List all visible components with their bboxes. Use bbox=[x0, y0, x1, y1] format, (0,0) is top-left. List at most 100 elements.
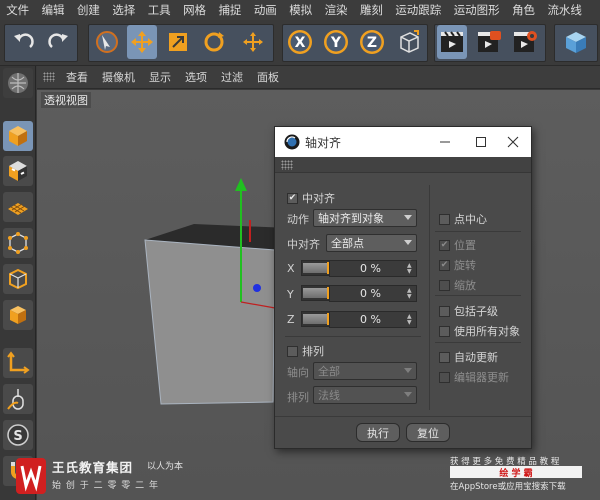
wangshi-logo-icon bbox=[16, 458, 46, 494]
reset-button[interactable]: 复位 bbox=[406, 423, 450, 442]
align-dropdown[interactable]: 全部点 bbox=[326, 234, 417, 252]
rotation-row[interactable]: ✔ 旋转 bbox=[439, 257, 476, 273]
execute-button[interactable]: 执行 bbox=[356, 423, 400, 442]
x-axis-lock-icon[interactable]: X bbox=[285, 25, 315, 59]
order-dropdown[interactable]: 法线 bbox=[313, 386, 417, 404]
make-editable-icon[interactable] bbox=[3, 68, 33, 98]
center-checkbox-row[interactable]: ✔ 中对齐 bbox=[287, 190, 335, 206]
grip-icon[interactable] bbox=[43, 72, 55, 82]
live-select-icon[interactable] bbox=[92, 25, 122, 59]
redo-icon[interactable] bbox=[44, 25, 74, 59]
viewport-menu-view[interactable]: 查看 bbox=[59, 69, 95, 85]
point-center-row[interactable]: 点中心 bbox=[439, 211, 487, 227]
position-checkbox[interactable]: ✔ bbox=[439, 239, 450, 251]
y-axis-lock-icon[interactable]: Y bbox=[321, 25, 351, 59]
include-children-checkbox[interactable] bbox=[439, 305, 450, 317]
viewport-menu-filter[interactable]: 过滤 bbox=[214, 69, 250, 85]
y-value: 0 % bbox=[360, 287, 381, 300]
include-children-row[interactable]: 包括子级 bbox=[439, 303, 498, 319]
move-icon[interactable] bbox=[127, 25, 157, 59]
viewport-menu-display[interactable]: 显示 bbox=[142, 69, 178, 85]
svg-text:S: S bbox=[13, 429, 22, 444]
axis-mode-icon[interactable] bbox=[3, 348, 33, 378]
chevron-down-icon bbox=[404, 240, 412, 245]
viewport-menu-cameras[interactable]: 摄像机 bbox=[95, 69, 142, 85]
cinema4d-logo-icon bbox=[284, 134, 300, 150]
menu-render[interactable]: 渲染 bbox=[318, 2, 353, 18]
workplane-mode-icon[interactable] bbox=[3, 192, 33, 222]
x-label: X bbox=[287, 262, 295, 275]
recent-tool-icon[interactable] bbox=[238, 25, 268, 59]
minimize-icon[interactable] bbox=[427, 127, 463, 157]
action-dropdown[interactable]: 轴对齐到对象 bbox=[313, 209, 417, 227]
dialog-title: 轴对齐 bbox=[305, 135, 342, 150]
rotation-checkbox[interactable]: ✔ bbox=[439, 259, 450, 271]
use-all-objects-row[interactable]: 使用所有对象 bbox=[439, 323, 520, 339]
menu-pipeline[interactable]: 流水线 bbox=[541, 2, 588, 18]
menu-file[interactable]: 文件 bbox=[0, 2, 35, 18]
auto-update-row[interactable]: 自动更新 bbox=[439, 349, 498, 365]
center-checkbox[interactable]: ✔ bbox=[287, 192, 298, 204]
editor-update-row[interactable]: 编辑器更新 bbox=[439, 369, 509, 385]
spinner-icon[interactable]: ▲ ▼ bbox=[407, 288, 413, 300]
grip-icon[interactable] bbox=[281, 160, 293, 170]
watermark-line3: 在AppStore或应用宝搜索下载 bbox=[450, 482, 566, 492]
z-axis-lock-icon[interactable]: Z bbox=[357, 25, 387, 59]
chevron-down-icon bbox=[404, 368, 412, 373]
viewport-menu-panel[interactable]: 面板 bbox=[250, 69, 286, 85]
undo-icon[interactable] bbox=[8, 25, 38, 59]
z-label: Z bbox=[287, 313, 295, 326]
menu-tools[interactable]: 工具 bbox=[142, 2, 177, 18]
point-center-checkbox[interactable] bbox=[439, 213, 450, 225]
menu-sculpt[interactable]: 雕刻 bbox=[354, 2, 389, 18]
align-label: 中对齐 bbox=[287, 238, 320, 251]
polygons-mode-icon[interactable] bbox=[3, 300, 33, 330]
menu-simulate[interactable]: 模拟 bbox=[283, 2, 318, 18]
menu-mograph[interactable]: 运动图形 bbox=[448, 2, 506, 18]
spinner-icon[interactable]: ▲ ▼ bbox=[407, 263, 413, 275]
x-value-field[interactable]: 0 % ▲ ▼ bbox=[329, 260, 417, 277]
render-settings-icon[interactable] bbox=[510, 25, 540, 59]
menu-mesh[interactable]: 网格 bbox=[177, 2, 212, 18]
dialog-titlebar[interactable]: 轴对齐 bbox=[275, 127, 531, 157]
maximize-icon[interactable] bbox=[463, 127, 499, 157]
menu-animate[interactable]: 动画 bbox=[248, 2, 283, 18]
menu-select[interactable]: 选择 bbox=[106, 2, 141, 18]
spinner-icon[interactable]: ▲ ▼ bbox=[407, 314, 413, 326]
y-value-field[interactable]: 0 % ▲ ▼ bbox=[329, 285, 417, 302]
z-value-field[interactable]: 0 % ▲ ▼ bbox=[329, 311, 417, 328]
tweak-mode-icon[interactable] bbox=[3, 384, 33, 414]
arrange-checkbox-row[interactable]: 排列 bbox=[287, 343, 324, 359]
menu-snap[interactable]: 捕捉 bbox=[212, 2, 247, 18]
axis-dropdown[interactable]: 全部 bbox=[313, 362, 417, 380]
menu-edit[interactable]: 编辑 bbox=[35, 2, 70, 18]
scale-row[interactable]: 缩放 bbox=[439, 277, 476, 293]
position-row[interactable]: ✔ 位置 bbox=[439, 237, 476, 253]
render-picture-viewer-icon[interactable] bbox=[474, 25, 504, 59]
texture-mode-icon[interactable] bbox=[3, 156, 33, 186]
edges-mode-icon[interactable] bbox=[3, 264, 33, 294]
coordinate-system-icon[interactable] bbox=[394, 25, 424, 59]
model-mode-icon[interactable] bbox=[3, 121, 33, 151]
snap-icon[interactable]: S bbox=[3, 420, 33, 450]
scale-checkbox[interactable] bbox=[439, 279, 450, 291]
use-all-objects-checkbox[interactable] bbox=[439, 325, 450, 337]
arrange-checkbox[interactable] bbox=[287, 345, 298, 357]
mode-palette: S bbox=[0, 66, 36, 500]
dialog-grip-bar bbox=[275, 157, 531, 173]
menu-character[interactable]: 角色 bbox=[506, 2, 541, 18]
arrange-checkbox-label: 排列 bbox=[302, 345, 324, 358]
cube-primitive-icon[interactable] bbox=[561, 25, 591, 59]
action-label: 动作 bbox=[287, 213, 309, 226]
axis-dropdown-value: 全部 bbox=[318, 365, 340, 378]
viewport-menu-options[interactable]: 选项 bbox=[178, 69, 214, 85]
render-view-icon[interactable] bbox=[437, 25, 467, 59]
rotate-icon[interactable] bbox=[199, 25, 229, 59]
close-icon[interactable] bbox=[495, 127, 531, 157]
menu-motion-tracker[interactable]: 运动跟踪 bbox=[389, 2, 447, 18]
menu-create[interactable]: 创建 bbox=[71, 2, 106, 18]
scale-icon[interactable] bbox=[163, 25, 193, 59]
editor-update-checkbox[interactable] bbox=[439, 371, 450, 383]
auto-update-checkbox[interactable] bbox=[439, 351, 450, 363]
points-mode-icon[interactable] bbox=[3, 228, 33, 258]
